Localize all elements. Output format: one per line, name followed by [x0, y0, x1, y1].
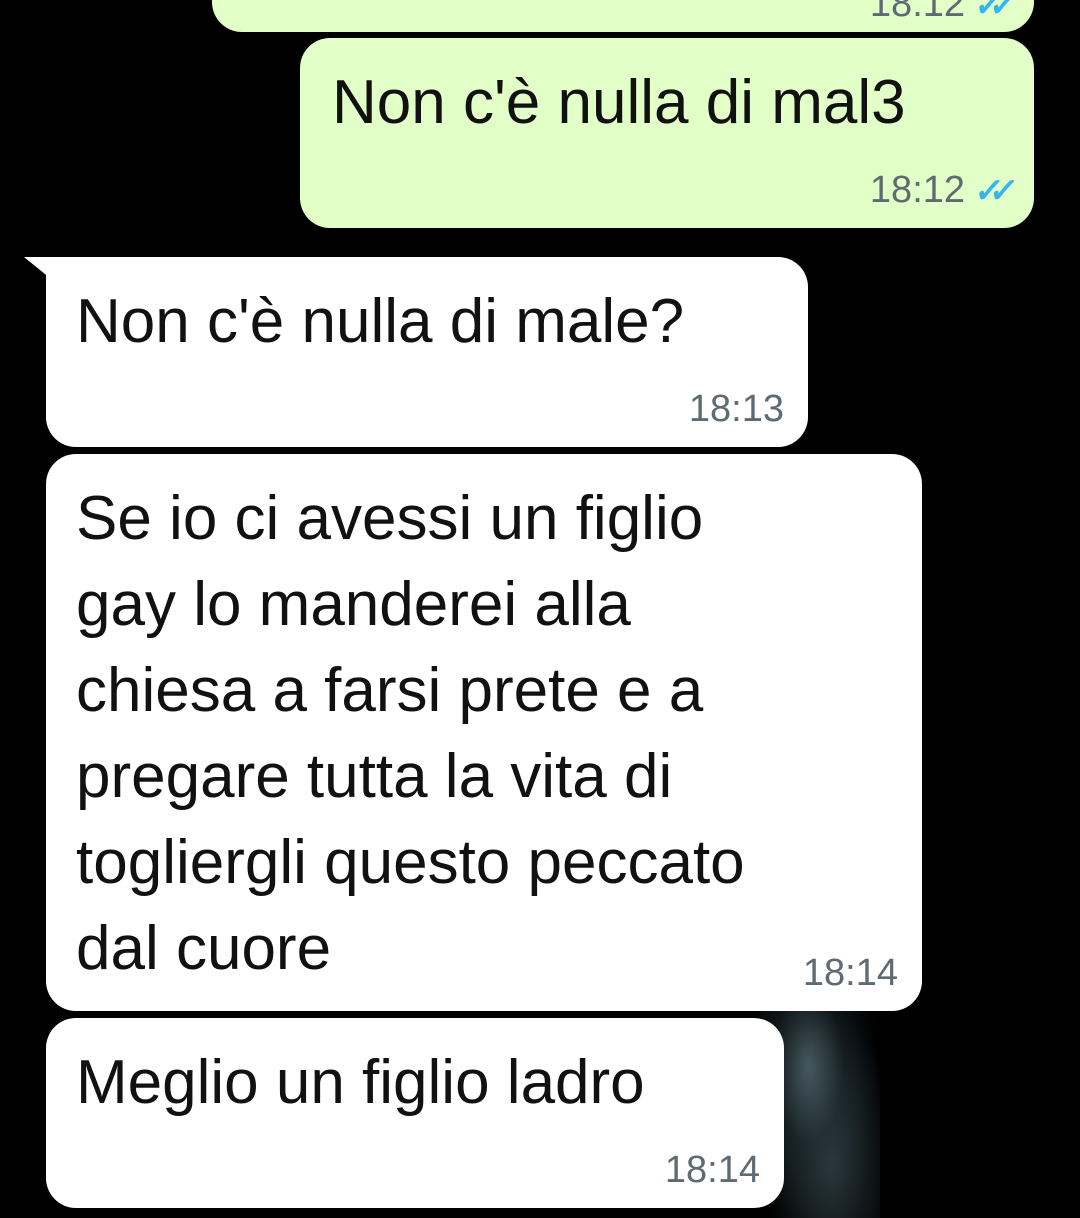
message-meta: 18:14 — [665, 1149, 760, 1192]
message-bubble-incoming[interactable]: Non c'è nulla di male? 18:13 — [46, 257, 808, 447]
message-time: 18:13 — [688, 388, 784, 430]
message-bubble-incoming[interactable]: Meglio un figlio ladro 18:14 — [46, 1018, 784, 1208]
message-bubble-incoming[interactable]: Se io ci avessi un figlio gay lo mandere… — [46, 454, 922, 1011]
message-meta: 18:13 — [689, 388, 784, 431]
message-time: 18:12 — [869, 0, 966, 25]
message-text: Non c'è nulla di mal3 — [332, 68, 906, 137]
message-text: Se io ci avessi un figlio gay lo mandere… — [76, 484, 745, 983]
message-meta: 18:14 — [803, 952, 898, 995]
message-bubble-outgoing[interactable]: 18:12 ✓✓ — [212, 0, 1034, 32]
message-meta: 18:12 ✓✓ — [869, 169, 1007, 212]
read-double-check-icon: ✓✓ — [972, 171, 1007, 210]
message-time: 18:12 — [869, 169, 966, 211]
message-time: 18:14 — [664, 1149, 760, 1191]
message-bubble-outgoing[interactable]: Non c'è nulla di mal3 18:12 ✓✓ — [300, 38, 1034, 228]
read-double-check-icon: ✓✓ — [972, 0, 1007, 24]
message-meta: 18:12 ✓✓ — [869, 0, 1007, 26]
message-time: 18:14 — [802, 952, 898, 994]
message-text: Meglio un figlio ladro — [76, 1048, 645, 1117]
message-text: Non c'è nulla di male? — [76, 287, 685, 356]
